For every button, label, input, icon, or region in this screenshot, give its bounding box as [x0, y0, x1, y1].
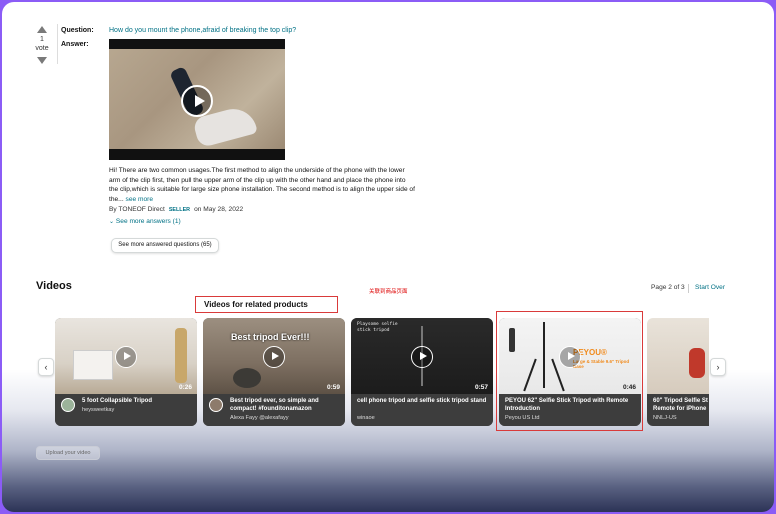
- vote-label: vote: [35, 45, 49, 52]
- selected-video-highlight: [496, 311, 643, 431]
- play-icon[interactable]: [115, 346, 137, 368]
- related-videos-highlight: Videos for related products: [195, 296, 338, 313]
- chevron-right-icon: ›: [716, 362, 720, 372]
- question-label: Question:: [61, 27, 94, 34]
- question-link[interactable]: How do you mount the phone,afraid of bre…: [109, 27, 296, 34]
- play-icon[interactable]: [263, 346, 285, 368]
- upload-video-button[interactable]: Upload your video: [36, 446, 100, 460]
- furniture-image: [73, 350, 113, 380]
- see-more-link[interactable]: see more: [126, 196, 154, 203]
- video-title: Best tripod ever, so simple and compact!…: [230, 398, 319, 412]
- video-overlay-text: Best tripod Ever!!!: [231, 332, 310, 342]
- avatar: [61, 398, 75, 412]
- carousel-prev-button[interactable]: ‹: [38, 358, 54, 376]
- video-thumbnail: [647, 318, 709, 394]
- video-info: 60" Tripod Selfie St Remote for iPhone N…: [647, 394, 709, 426]
- byline-author: By TONEOF Direct: [109, 206, 165, 213]
- answer-text: Hi! There are two common usages.The firs…: [109, 166, 415, 204]
- related-videos-title: Videos for related products: [204, 300, 308, 309]
- see-more-questions-button[interactable]: See more answered questions (65): [111, 238, 219, 253]
- annotation-note: 关联到商品页面: [369, 289, 408, 295]
- video-author: Alexa Fayy @alexafayy: [230, 415, 289, 421]
- answer-body: Hi! There are two common usages.The firs…: [109, 167, 415, 203]
- video-info: Best tripod ever, so simple and compact!…: [203, 394, 345, 426]
- page-frame: 1 vote Question: How do you mount the ph…: [2, 2, 774, 512]
- video-duration: 0:59: [327, 384, 341, 391]
- play-icon[interactable]: [181, 85, 213, 117]
- chevron-left-icon: ‹: [44, 362, 48, 372]
- video-author: NNLJ-US: [653, 415, 677, 421]
- avatar: [209, 398, 223, 412]
- video-card[interactable]: Playsome selfie stick tripod 0:57 cell p…: [351, 318, 493, 426]
- vote-divider: [57, 24, 58, 64]
- video-title: cell phone tripod and selfie stick tripo…: [357, 398, 487, 404]
- video-info: 5 foot Collapsible Tripod heysweetkay: [55, 394, 197, 426]
- seller-badge: SELLER: [168, 207, 191, 213]
- video-duration: 0:26: [179, 384, 193, 391]
- lamp-image: [175, 328, 187, 383]
- videos-title: Videos: [36, 280, 72, 292]
- answer-byline: By TONEOF Direct SELLER on May 28, 2022: [109, 206, 243, 213]
- chevron-down-icon: ⌄: [109, 219, 115, 225]
- vote-count: 1: [40, 36, 44, 43]
- byline-date: on May 28, 2022: [194, 206, 244, 213]
- video-card[interactable]: Best tripod Ever!!! 0:59 Best tripod eve…: [203, 318, 345, 426]
- answer-label: Answer:: [61, 41, 89, 48]
- video-author: heysweetkay: [82, 407, 115, 413]
- video-author: winaoe: [357, 415, 375, 421]
- see-more-answers-label: See more answers (1): [115, 218, 181, 225]
- pager-text: Page 2 of 3: [651, 284, 685, 291]
- video-overlay-text: Playsome selfie stick tripod: [357, 322, 398, 333]
- answer-video[interactable]: [109, 39, 285, 160]
- answer-video-thumbnail: [109, 49, 285, 149]
- person-image: [689, 348, 705, 378]
- video-card[interactable]: 0:26 5 foot Collapsible Tripod heysweetk…: [55, 318, 197, 426]
- play-icon[interactable]: [411, 346, 433, 368]
- video-card-clipped[interactable]: 60" Tripod Selfie St Remote for iPhone N…: [647, 318, 709, 426]
- video-info: cell phone tripod and selfie stick tripo…: [351, 394, 493, 426]
- pager-divider: [688, 284, 689, 293]
- video-duration: 0:57: [475, 384, 489, 391]
- object-image: [233, 368, 261, 388]
- start-over-link[interactable]: Start Over: [695, 284, 725, 291]
- carousel-next-button[interactable]: ›: [710, 358, 726, 376]
- video-title: 60" Tripod Selfie St Remote for iPhone: [653, 398, 708, 412]
- vote-down-icon[interactable]: [37, 57, 47, 64]
- vote-up-icon[interactable]: [37, 26, 47, 33]
- see-more-answers-link[interactable]: ⌄ See more answers (1): [109, 218, 181, 225]
- video-title: 5 foot Collapsible Tripod: [82, 398, 153, 404]
